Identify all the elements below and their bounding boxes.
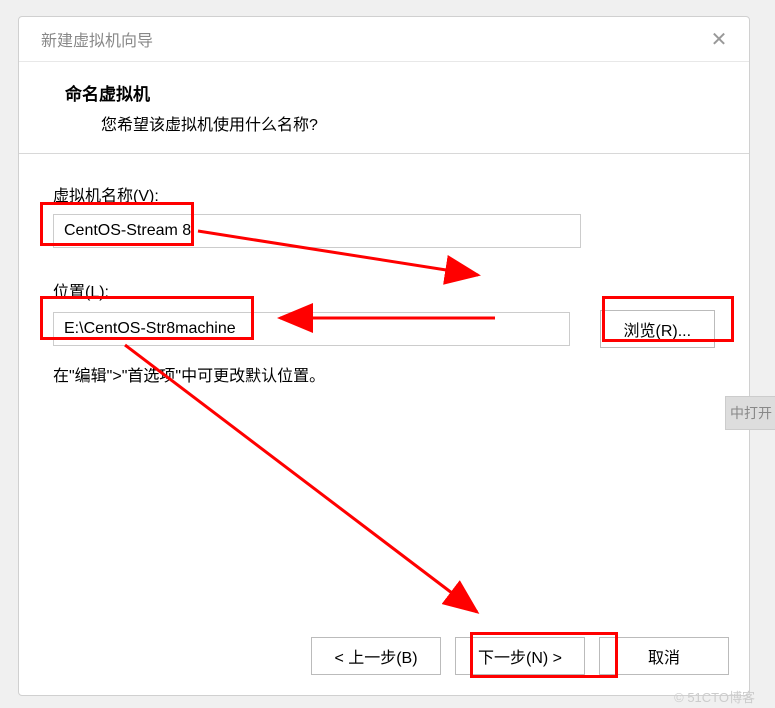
close-icon[interactable]: ✕ [707,27,731,51]
header-title: 命名虚拟机 [65,80,719,105]
side-label: 中打开 [725,396,775,430]
back-button[interactable]: < 上一步(B) [311,637,441,675]
vm-location-input[interactable] [53,312,570,346]
wizard-header: 命名虚拟机 您希望该虚拟机使用什么名称? [19,62,749,154]
wizard-content: 虚拟机名称(V): 位置(L): 浏览(R)... 在"编辑">"首选项"中可更… [19,154,749,623]
hint-text: 在"编辑">"首选项"中可更改默认位置。 [53,362,715,386]
vm-name-input[interactable] [53,214,581,248]
wizard-footer: < 上一步(B) 下一步(N) > 取消 [19,623,749,695]
dialog-title: 新建虚拟机向导 [41,27,153,51]
next-button[interactable]: 下一步(N) > [455,637,585,675]
vm-name-label: 虚拟机名称(V): [53,182,715,206]
header-subtitle: 您希望该虚拟机使用什么名称? [101,111,719,135]
wizard-dialog: 新建虚拟机向导 ✕ 命名虚拟机 您希望该虚拟机使用什么名称? 虚拟机名称(V):… [18,16,750,696]
watermark: © 51CTO博客 [674,687,755,706]
titlebar: 新建虚拟机向导 ✕ [19,17,749,62]
browse-button[interactable]: 浏览(R)... [600,310,715,348]
cancel-button[interactable]: 取消 [599,637,729,675]
vm-location-label: 位置(L): [53,278,715,302]
